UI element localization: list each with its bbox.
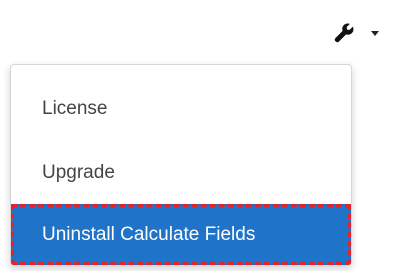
wrench-icon — [334, 23, 354, 43]
tools-dropdown-toggle[interactable] — [309, 13, 401, 53]
menu-item-uninstall-calculate-fields[interactable]: Uninstall Calculate Fields — [11, 204, 351, 265]
caret-down-icon — [371, 30, 379, 36]
tools-dropdown-menu: License Upgrade Uninstall Calculate Fiel… — [10, 64, 352, 266]
menu-item-license[interactable]: License — [11, 89, 351, 129]
menu-item-upgrade[interactable]: Upgrade — [11, 153, 351, 193]
page: License Upgrade Uninstall Calculate Fiel… — [0, 0, 401, 271]
